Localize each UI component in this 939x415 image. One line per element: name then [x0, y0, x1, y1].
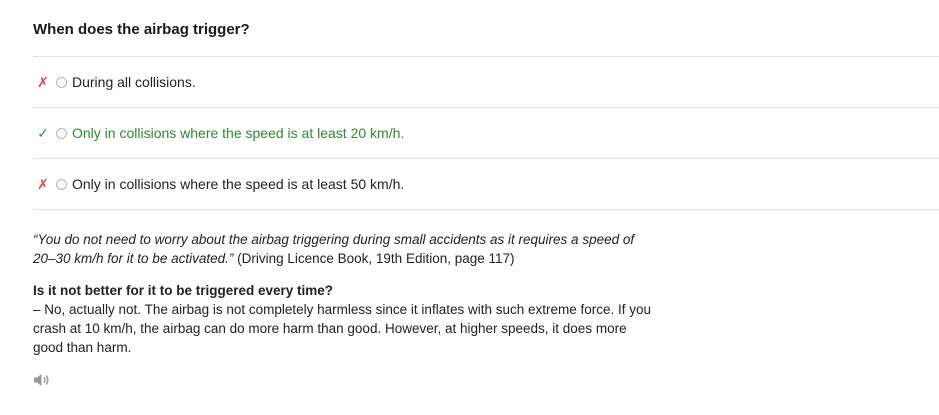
- speaker-icon[interactable]: [33, 372, 51, 388]
- answer-option-label: During all collisions.: [72, 74, 196, 90]
- radio-button[interactable]: [56, 178, 67, 190]
- answer-option[interactable]: ✗ During all collisions.: [33, 56, 939, 107]
- answer-option-label: Only in collisions where the speed is at…: [72, 125, 405, 141]
- explanation-sub-question: Is it not better for it to be triggered …: [33, 283, 334, 298]
- answer-option[interactable]: ✗ Only in collisions where the speed is …: [33, 158, 939, 210]
- radio-button[interactable]: [56, 127, 67, 139]
- question-title: When does the airbag trigger?: [33, 21, 250, 38]
- explanation-answer: – No, actually not. The airbag is not co…: [33, 302, 652, 355]
- answer-options: ✗ During all collisions. ✓ Only in colli…: [33, 56, 939, 210]
- explanation-source: (Driving Licence Book, 19th Edition, pag…: [233, 251, 515, 266]
- correct-mark-icon: ✓: [37, 125, 49, 141]
- answer-option-label: Only in collisions where the speed is at…: [72, 176, 405, 192]
- wrong-mark-icon: ✗: [37, 176, 49, 192]
- answer-option[interactable]: ✓ Only in collisions where the speed is …: [33, 107, 939, 158]
- wrong-mark-icon: ✗: [37, 74, 49, 90]
- radio-button[interactable]: [56, 76, 67, 88]
- explanation-quote-block: “You do not need to worry about the airb…: [33, 230, 653, 268]
- explanation: “You do not need to worry about the airb…: [33, 230, 653, 357]
